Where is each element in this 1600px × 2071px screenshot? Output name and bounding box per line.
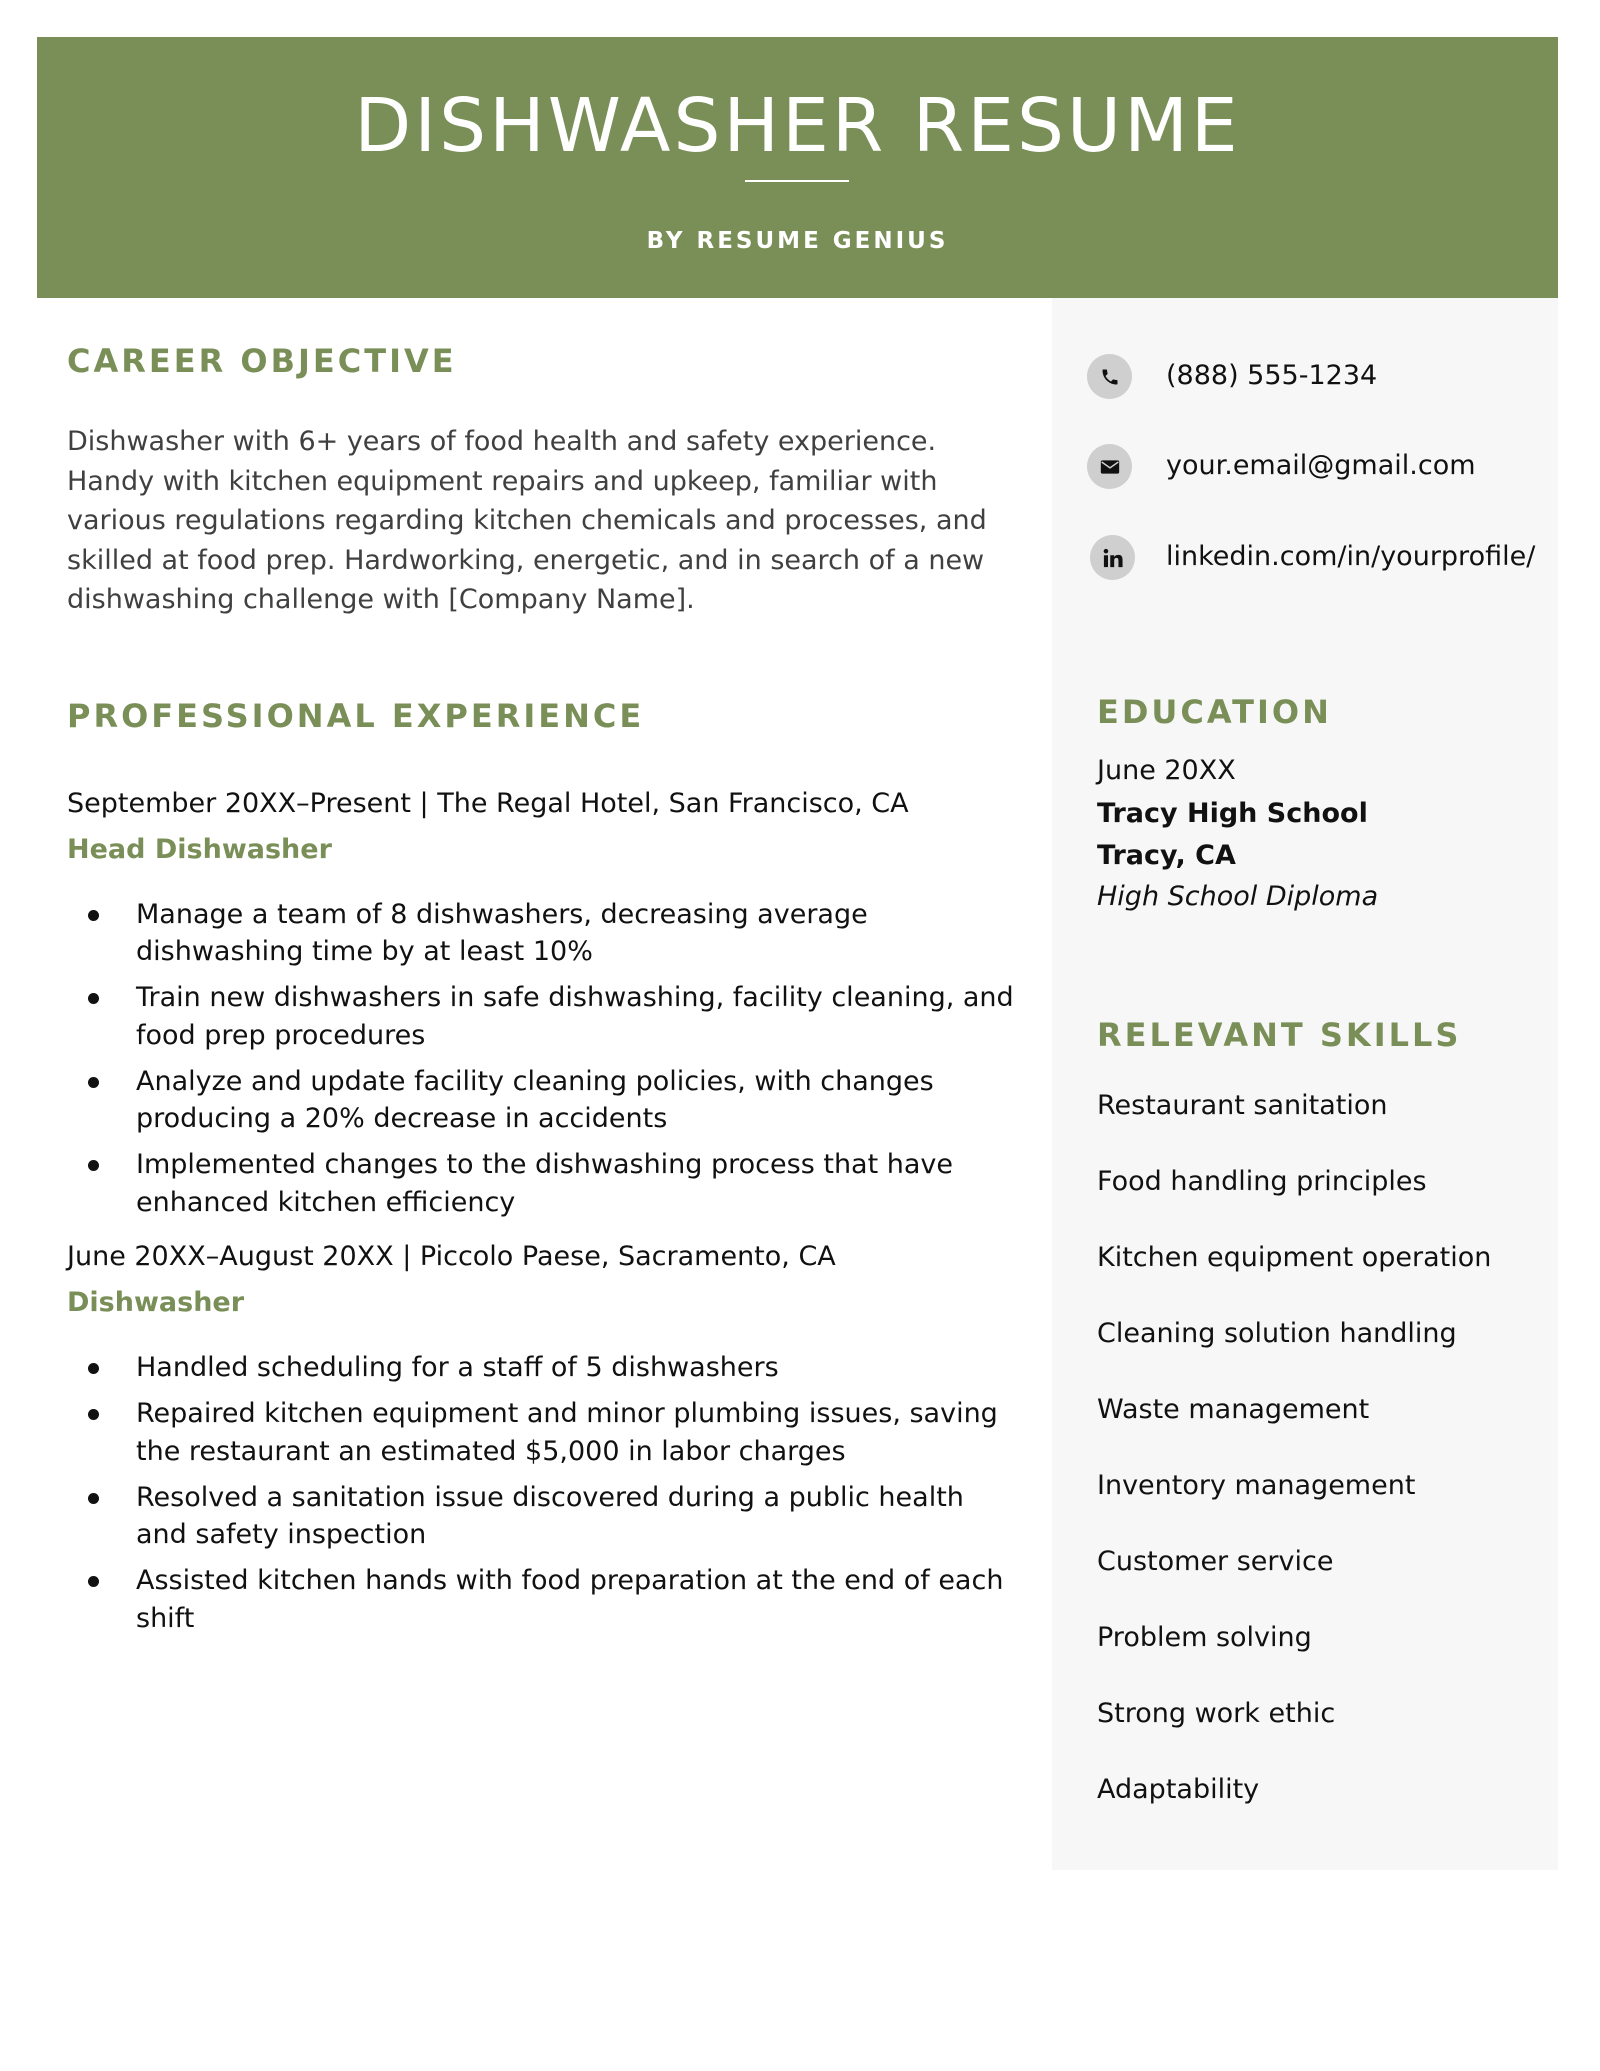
bullet-icon — [88, 1363, 99, 1374]
skill-item: Food handling principles — [1097, 1166, 1427, 1197]
job-bullet: Repaired kitchen equipment and minor plu… — [67, 1395, 1017, 1470]
contact-phone: (888) 555-1234 — [1087, 354, 1547, 400]
job-bullet: Assisted kitchen hands with food prepara… — [67, 1562, 1017, 1637]
email-icon — [1087, 444, 1132, 489]
job-bullet: Resolved a sanitation issue discovered d… — [67, 1479, 1017, 1554]
skill-item: Adaptability — [1097, 1774, 1260, 1805]
job-bullet: Train new dishwashers in safe dishwashin… — [67, 979, 1017, 1054]
job-bullets: Manage a team of 8 dishwashers, decreasi… — [67, 896, 1017, 1222]
job-bullet: Handled scheduling for a staff of 5 dish… — [67, 1349, 1017, 1387]
skill-item: Cleaning solution handling — [1097, 1318, 1457, 1349]
skill-item: Strong work ethic — [1097, 1698, 1336, 1729]
job-bullet: Implemented changes to the dishwashing p… — [67, 1146, 1017, 1221]
bullet-icon — [88, 1576, 99, 1587]
phone-number[interactable]: (888) 555-1234 — [1166, 362, 1377, 389]
phone-icon — [1087, 354, 1132, 399]
resume-byline: BY RESUME GENIUS — [646, 228, 949, 254]
experience-heading: PROFESSIONAL EXPERIENCE — [67, 696, 645, 735]
bullet-icon — [88, 1160, 99, 1171]
job-dates-location: June 20XX–August 20XX | Piccolo Paese, S… — [67, 1241, 836, 1272]
skill-item: Waste management — [1097, 1394, 1370, 1425]
objective-text: Dishwasher with 6+ years of food health … — [67, 426, 987, 615]
linkedin-url[interactable]: linkedin.com/in/yourprofile/ — [1166, 543, 1535, 570]
bullet-icon — [88, 909, 99, 921]
skill-item: Restaurant sanitation — [1097, 1090, 1388, 1121]
job-title: Head Dishwasher — [67, 833, 332, 865]
job-title: Dishwasher — [67, 1287, 245, 1318]
education-degree: High School Diploma — [1097, 881, 1379, 912]
objective-heading: CAREER OBJECTIVE — [67, 342, 457, 380]
email-address[interactable]: your.email@gmail.com — [1166, 452, 1476, 479]
bullet-icon — [88, 1076, 99, 1088]
bullet-icon — [88, 993, 99, 1004]
contact-linkedin: linkedin.com/in/yourprofile/ — [1087, 535, 1547, 581]
education-school: Tracy High School — [1097, 798, 1368, 829]
skill-item: Customer service — [1097, 1546, 1334, 1577]
resume-header: DISHWASHER RESUME BY RESUME GENIUS — [37, 37, 1558, 298]
skill-item: Kitchen equipment operation — [1097, 1242, 1492, 1273]
skills-heading: RELEVANT SKILLS — [1097, 1016, 1462, 1054]
skill-item: Inventory management — [1097, 1470, 1416, 1501]
education-heading: EDUCATION — [1097, 693, 1332, 731]
job-bullet: Manage a team of 8 dishwashers, decreasi… — [67, 896, 1017, 971]
education-date: June 20XX — [1097, 755, 1236, 786]
linkedin-icon — [1090, 535, 1135, 580]
education-location: Tracy, CA — [1097, 840, 1236, 871]
main-column: CAREER OBJECTIVE Dishwasher with 6+ year… — [67, 340, 1014, 1646]
contact-email: your.email@gmail.com — [1087, 444, 1547, 490]
bullet-icon — [88, 1492, 99, 1504]
job-entry: September 20XX–Present | The Regal Hotel… — [67, 787, 1014, 1222]
job-bullets: Handled scheduling for a staff of 5 dish… — [67, 1349, 1017, 1637]
resume-title: DISHWASHER RESUME — [354, 83, 1241, 169]
job-entry: June 20XX–August 20XX | Piccolo Paese, S… — [67, 1243, 1007, 1637]
skill-item: Problem solving — [1097, 1622, 1312, 1653]
header-divider — [745, 180, 849, 182]
job-bullet: Analyze and update facility cleaning pol… — [67, 1063, 1017, 1138]
bullet-icon — [88, 1409, 99, 1420]
job-dates-location: September 20XX–Present | The Regal Hotel… — [67, 787, 909, 819]
